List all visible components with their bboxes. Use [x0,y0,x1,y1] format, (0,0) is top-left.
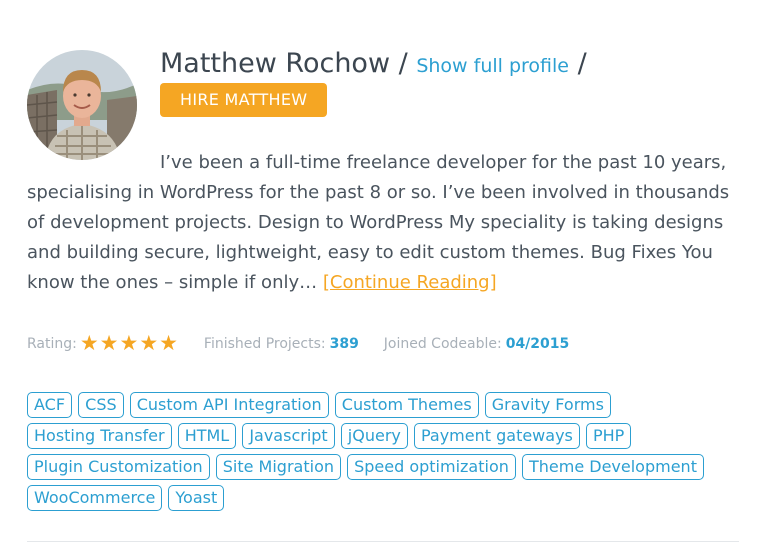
skill-tag[interactable]: WooCommerce [27,485,163,511]
skill-tag[interactable]: Plugin Customization [27,454,210,480]
freelancer-card: Matthew Rochow / Show full profile / HIR… [0,0,759,548]
bio-text: I’ve been a full-time freelance develope… [27,148,739,298]
skill-tags: ACF CSS Custom API Integration Custom Th… [27,392,739,516]
projects-count: 389 [329,336,359,352]
hire-button[interactable]: HIRE MATTHEW [160,83,328,117]
skill-tag[interactable]: Payment gateways [413,423,580,449]
freelancer-name: Matthew Rochow [160,48,391,79]
profile-header: Matthew Rochow / Show full profile / HIR… [160,47,740,117]
skill-tag[interactable]: Speed optimization [347,454,516,480]
skill-tag[interactable]: Custom API Integration [129,392,329,418]
skill-tag[interactable]: Theme Development [521,454,704,480]
show-full-profile-link[interactable]: Show full profile [416,55,569,77]
stats-row: Rating: ★★★★★ Finished Projects: 389 Joine… [27,332,739,355]
avatar[interactable] [27,50,137,160]
skill-tag[interactable]: Gravity Forms [484,392,611,418]
skill-tag[interactable]: jQuery [340,423,408,449]
skill-tag[interactable]: Site Migration [215,454,341,480]
separator: / [398,48,408,79]
divider [27,541,739,542]
rating-stars: ★★★★★ [79,331,179,355]
joined-label: Joined Codeable: [383,336,502,352]
rating-label: Rating: [27,336,77,352]
projects-label: Finished Projects: [203,336,326,352]
skill-tag[interactable]: Yoast [168,485,225,511]
skill-tag[interactable]: HTML [177,423,237,449]
separator-trailing: / [577,48,587,79]
skill-tag[interactable]: Javascript [242,423,335,449]
skill-tag[interactable]: ACF [27,392,73,418]
skill-tag[interactable]: Custom Themes [334,392,479,418]
name-line: Matthew Rochow / Show full profile / [160,47,740,83]
continue-reading-link[interactable]: [Continue Reading] [323,272,497,293]
skill-tag[interactable]: CSS [78,392,124,418]
skill-tag[interactable]: PHP [585,423,632,449]
joined-date: 04/2015 [505,336,570,352]
skill-tag[interactable]: Hosting Transfer [27,423,172,449]
avatar-photo [27,50,137,160]
